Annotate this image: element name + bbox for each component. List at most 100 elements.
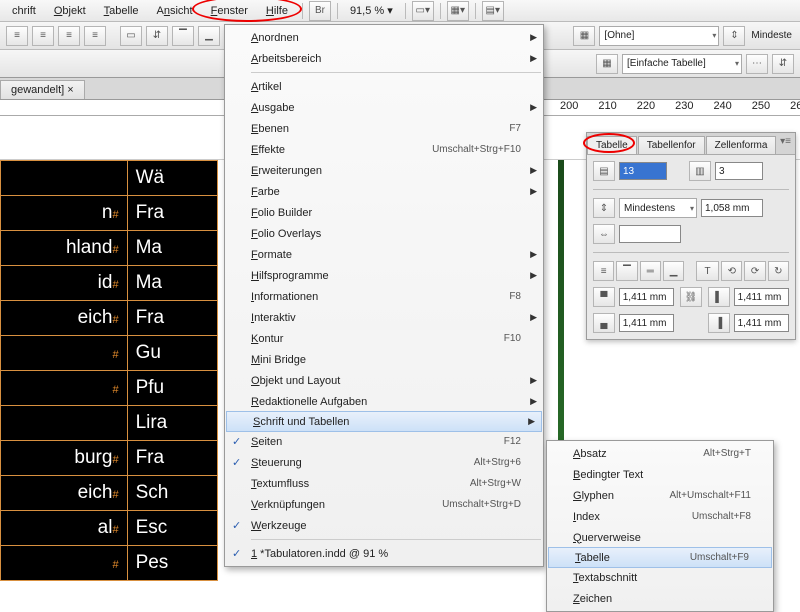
field-icon[interactable]: ▭ xyxy=(120,26,142,46)
row-height-mode-dropdown[interactable]: Mindestens xyxy=(619,198,697,218)
menu-fenster[interactable]: Fenster xyxy=(203,2,256,20)
cell-style-icon[interactable]: ▦ xyxy=(573,26,595,46)
panel-tab-tabelle[interactable]: Tabelle xyxy=(587,136,637,154)
menu-item-ebenen[interactable]: EbenenF7 xyxy=(225,118,543,139)
panel-tab-tabellenformate[interactable]: Tabellenfor xyxy=(638,136,705,154)
menu-item-informationen[interactable]: InformationenF8 xyxy=(225,286,543,307)
cols-input[interactable]: 3 xyxy=(715,162,763,180)
menu-objekt[interactable]: Objekt xyxy=(46,2,94,20)
inset-left-input[interactable]: 1,411 mm xyxy=(734,288,789,306)
menu-item-verkn-pfungen[interactable]: VerknüpfungenUmschalt+Strg+D xyxy=(225,494,543,515)
table-cell[interactable] xyxy=(1,406,128,441)
table-cell[interactable]: n# xyxy=(1,196,128,231)
inset-bottom-input[interactable]: 1,411 mm xyxy=(619,314,674,332)
menu-hilfe[interactable]: Hilfe xyxy=(258,2,296,20)
menu-item-schrift-und-tabellen[interactable]: Schrift und Tabellen▶ xyxy=(226,411,542,432)
table-cell[interactable]: Fra xyxy=(127,196,217,231)
menu-item-folio-builder[interactable]: Folio Builder xyxy=(225,202,543,223)
menu-item-querverweise[interactable]: Querverweise xyxy=(547,527,773,548)
document-tab[interactable]: gewandelt] × xyxy=(0,80,85,99)
menu-tabelle[interactable]: Tabelle xyxy=(96,2,147,20)
menu-item-hilfsprogramme[interactable]: Hilfsprogramme▶ xyxy=(225,265,543,286)
menu-item-farbe[interactable]: Farbe▶ xyxy=(225,181,543,202)
vertical-align-top-icon[interactable]: ▔ xyxy=(172,26,194,46)
zoom-level[interactable]: 91,5 % ▾ xyxy=(344,4,399,17)
menu-ansicht[interactable]: Ansicht xyxy=(149,2,201,20)
menu-item-steuerung[interactable]: ✓SteuerungAlt+Strg+6 xyxy=(225,452,543,473)
table-cell[interactable]: Sch xyxy=(127,476,217,511)
menu-item-absatz[interactable]: AbsatzAlt+Strg+T xyxy=(547,443,773,464)
inset-top-input[interactable]: 1,411 mm xyxy=(619,288,674,306)
menu-item-bedingter-text[interactable]: Bedingter Text xyxy=(547,464,773,485)
write-dir-icon[interactable]: ≡ xyxy=(593,261,614,281)
menu-item-ausgabe[interactable]: Ausgabe▶ xyxy=(225,97,543,118)
table-cell[interactable]: burg# xyxy=(1,441,128,476)
table-cell[interactable]: hland# xyxy=(1,231,128,266)
table-style-dropdown[interactable]: [Einfache Tabelle] xyxy=(622,54,742,74)
menu-item-textumfluss[interactable]: TextumflussAlt+Strg+W xyxy=(225,473,543,494)
menu-item-arbeitsbereich[interactable]: Arbeitsbereich▶ xyxy=(225,48,543,69)
menu-item-effekte[interactable]: EffekteUmschalt+Strg+F10 xyxy=(225,139,543,160)
table-cell[interactable]: Fra xyxy=(127,301,217,336)
view-options-icon[interactable]: ▤▾ xyxy=(482,1,504,21)
table-cell[interactable]: Ma xyxy=(127,231,217,266)
table-cell[interactable]: Ma xyxy=(127,266,217,301)
menu-item-index[interactable]: IndexUmschalt+F8 xyxy=(547,506,773,527)
inset-right-input[interactable]: 1,411 mm xyxy=(734,314,789,332)
table-cell[interactable]: Fra xyxy=(127,441,217,476)
menu-item-1-tabulatoren-indd-91-[interactable]: ✓1 *Tabulatoren.indd @ 91 % xyxy=(225,543,543,564)
menu-item-werkzeuge[interactable]: ✓Werkzeuge xyxy=(225,515,543,536)
text-rotate-0-icon[interactable]: T xyxy=(696,261,719,281)
table-cell[interactable] xyxy=(1,161,128,196)
row-height-input[interactable]: 1,058 mm xyxy=(701,199,763,217)
menu-item-formate[interactable]: Formate▶ xyxy=(225,244,543,265)
menu-item-erweiterungen[interactable]: Erweiterungen▶ xyxy=(225,160,543,181)
table-style-icon[interactable]: ▦ xyxy=(596,54,618,74)
vertical-align-bottom-icon[interactable]: ▁ xyxy=(198,26,220,46)
table-cell[interactable]: Esc xyxy=(127,511,217,546)
menu-item-interaktiv[interactable]: Interaktiv▶ xyxy=(225,307,543,328)
screen-mode-icon[interactable]: ▭▾ xyxy=(412,1,434,21)
table-cell[interactable]: Wä xyxy=(127,161,217,196)
menu-item-folio-overlays[interactable]: Folio Overlays xyxy=(225,223,543,244)
menu-schrift[interactable]: chrift xyxy=(4,2,44,20)
document-table[interactable]: Wän#Frahland#Maid#Maeich#Fra#Gu#PfuLirab… xyxy=(0,160,218,581)
table-cell[interactable]: # xyxy=(1,371,128,406)
table-cell[interactable]: eich# xyxy=(1,301,128,336)
link-icon[interactable]: ⇵ xyxy=(772,54,794,74)
table-cell[interactable]: # xyxy=(1,546,128,581)
table-cell[interactable]: Lira xyxy=(127,406,217,441)
menu-item-seiten[interactable]: ✓SeitenF12 xyxy=(225,431,543,452)
table-cell[interactable]: Gu xyxy=(127,336,217,371)
align-right-icon[interactable]: ≡ xyxy=(58,26,80,46)
menu-item-mini-bridge[interactable]: Mini Bridge xyxy=(225,349,543,370)
table-cell[interactable]: Pfu xyxy=(127,371,217,406)
panel-menu-icon[interactable]: ▾≡ xyxy=(780,136,791,147)
link-insets-icon[interactable]: ⛓ xyxy=(680,287,702,307)
menu-item-tabelle[interactable]: TabelleUmschalt+F9 xyxy=(548,547,772,568)
options-icon[interactable]: ⋯ xyxy=(746,54,768,74)
table-cell[interactable]: id# xyxy=(1,266,128,301)
table-cell[interactable]: # xyxy=(1,336,128,371)
table-cell[interactable]: Pes xyxy=(127,546,217,581)
menu-item-redaktionelle-aufgaben[interactable]: Redaktionelle Aufgaben▶ xyxy=(225,391,543,412)
table-cell[interactable]: al# xyxy=(1,511,128,546)
align-bot-icon[interactable]: ▁ xyxy=(663,261,684,281)
menu-item-anordnen[interactable]: Anordnen▶ xyxy=(225,27,543,48)
bridge-icon[interactable]: Br xyxy=(309,1,331,21)
arrange-icon[interactable]: ▦▾ xyxy=(447,1,469,21)
align-left-icon[interactable]: ≡ xyxy=(6,26,28,46)
rows-input[interactable]: 13 xyxy=(619,162,667,180)
align-center-icon[interactable]: ≡ xyxy=(32,26,54,46)
align-justify-icon[interactable]: ≡ xyxy=(84,26,106,46)
text-rotate-180-icon[interactable]: ⟳ xyxy=(744,261,765,281)
align-top-icon[interactable]: ▔ xyxy=(616,261,637,281)
menu-item-artikel[interactable]: Artikel xyxy=(225,76,543,97)
menu-item-kontur[interactable]: KonturF10 xyxy=(225,328,543,349)
text-rotate-270-icon[interactable]: ↻ xyxy=(768,261,789,281)
table-cell[interactable]: eich# xyxy=(1,476,128,511)
align-mid-icon[interactable]: ═ xyxy=(640,261,661,281)
panel-tab-zellenformate[interactable]: Zellenforma xyxy=(706,136,777,154)
menu-item-zeichen[interactable]: Zeichen xyxy=(547,588,773,609)
menu-item-glyphen[interactable]: GlyphenAlt+Umschalt+F11 xyxy=(547,485,773,506)
